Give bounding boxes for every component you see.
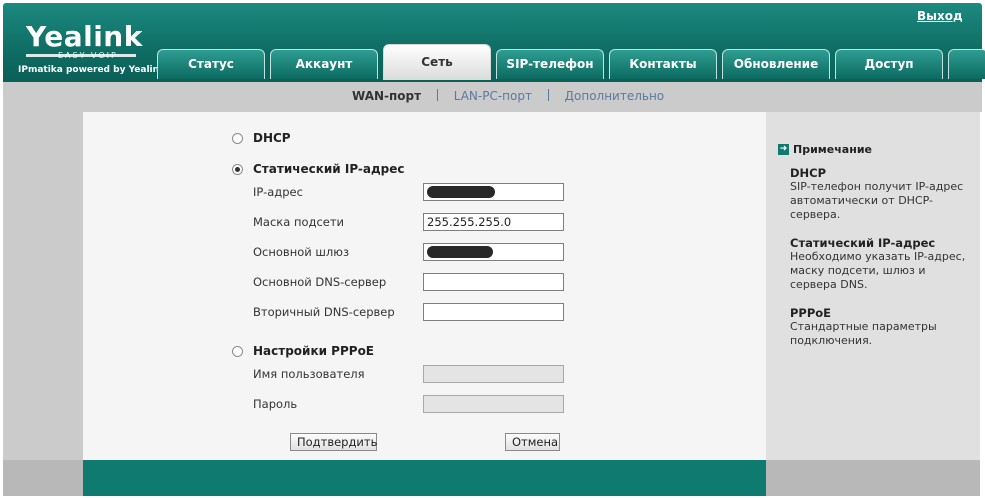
note-title: Примечание bbox=[793, 143, 872, 156]
ip-address-field[interactable] bbox=[423, 183, 564, 201]
tab-account[interactable]: Аккаунт bbox=[270, 49, 378, 79]
pppoe-username-label: Имя пользователя bbox=[253, 367, 365, 381]
note-arrow-icon: ➜ bbox=[778, 144, 789, 155]
note-dhcp-text: SIP-телефон получит IP-адрес автоматичес… bbox=[790, 180, 964, 221]
primary-dns-field[interactable] bbox=[423, 273, 564, 291]
static-ip-radio[interactable] bbox=[232, 164, 243, 175]
secondary-dns-label: Вторичный DNS-сервер bbox=[253, 305, 395, 319]
logo-powered-by: IPmatika powered by Yealink bbox=[18, 65, 166, 75]
pppoe-password-field[interactable] bbox=[423, 395, 564, 413]
gateway-field[interactable] bbox=[423, 243, 564, 261]
note-dhcp-heading: DHCP bbox=[790, 166, 827, 180]
sub-navigation: WAN-порт LAN-PC-порт Дополнительно bbox=[3, 82, 982, 112]
note-pppoe-text: Стандартные параметры подключения. bbox=[790, 320, 937, 347]
logout-link[interactable]: Выход bbox=[917, 9, 963, 23]
tab-sip-phone[interactable]: SIP-телефон bbox=[496, 49, 604, 79]
pppoe-username-field[interactable] bbox=[423, 365, 564, 383]
footer-left bbox=[3, 460, 83, 496]
logo-tagline: EASY VOIP bbox=[58, 51, 118, 60]
dhcp-label: DHCP bbox=[253, 131, 291, 145]
tab-network[interactable]: Сеть bbox=[383, 44, 491, 80]
yealink-logo: Yealink EASY VOIP IPmatika powered by Ye… bbox=[12, 18, 165, 78]
tab-overflow bbox=[948, 49, 985, 79]
tab-access[interactable]: Доступ bbox=[835, 49, 943, 79]
static-ip-label: Статический IP-адрес bbox=[253, 162, 405, 176]
tab-status[interactable]: Статус bbox=[157, 49, 265, 79]
gateway-label: Основной шлюз bbox=[253, 245, 350, 259]
ip-address-label: IP-адрес bbox=[253, 185, 303, 199]
note-static-text: Необходимо указать IP-адрес, маску подсе… bbox=[790, 250, 966, 291]
note-static-heading: Статический IP-адрес bbox=[790, 236, 936, 250]
pppoe-radio[interactable] bbox=[232, 346, 243, 357]
footer-bar bbox=[83, 460, 766, 496]
tab-upgrade[interactable]: Обновление bbox=[722, 49, 830, 79]
confirm-button[interactable]: Подтвердить bbox=[290, 433, 377, 451]
left-margin bbox=[3, 112, 83, 460]
cancel-button[interactable]: Отмена bbox=[505, 433, 560, 451]
subnav-advanced[interactable]: Дополнительно bbox=[565, 89, 665, 103]
tab-contacts[interactable]: Контакты bbox=[609, 49, 717, 79]
secondary-dns-field[interactable] bbox=[423, 303, 564, 321]
note-pppoe-heading: PPPoE bbox=[790, 306, 832, 320]
redacted-value bbox=[427, 246, 493, 258]
subnet-mask-field[interactable]: 255.255.255.0 bbox=[423, 213, 564, 231]
footer-right bbox=[766, 460, 980, 496]
redacted-value bbox=[427, 186, 495, 198]
dhcp-radio[interactable] bbox=[232, 133, 243, 144]
subnav-wan-port[interactable]: WAN-порт bbox=[352, 89, 421, 103]
header-bar: Yealink EASY VOIP IPmatika powered by Ye… bbox=[0, 0, 985, 82]
pppoe-password-label: Пароль bbox=[253, 397, 298, 411]
subnet-mask-label: Маска подсети bbox=[253, 215, 345, 229]
subnav-lan-pc-port[interactable]: LAN-PC-порт bbox=[454, 89, 532, 103]
primary-dns-label: Основной DNS-сервер bbox=[253, 275, 387, 289]
logo-brand: Yealink bbox=[26, 20, 143, 53]
subnav-divider bbox=[547, 89, 549, 101]
subnav-divider bbox=[436, 89, 438, 101]
pppoe-label: Настройки PPPoE bbox=[253, 344, 375, 358]
